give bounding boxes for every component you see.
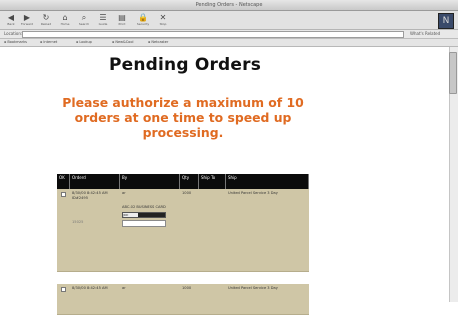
print-label: Print [118, 22, 126, 26]
reload-icon: ↻ [42, 13, 50, 22]
internet-label: Internet [43, 40, 58, 44]
search-button[interactable]: ⌕ Search [77, 13, 91, 27]
bookmarks-label: Bookmarks [7, 40, 27, 44]
column-header-ok: OK [57, 174, 70, 189]
window-titlebar: Pending Orders - Netscape [0, 0, 458, 11]
new-cool-button[interactable]: ▪ New&Cool [112, 40, 133, 45]
internet-icon: ▪ [40, 40, 43, 44]
table-row: 8/30/00 8:42:45 AM ar 1000 United Parcel… [57, 284, 309, 315]
forward-button[interactable]: ▶ Forward [20, 13, 34, 27]
stop-label: Stop [159, 22, 167, 26]
by-cell: ar ABC-02 BUSINESS CARD JRD [120, 189, 180, 271]
home-icon: ⌂ [62, 13, 68, 22]
bookmarks-button[interactable]: ▪ Bookmarks [4, 40, 27, 45]
ship-to-cell [199, 284, 226, 314]
note-input[interactable] [122, 220, 166, 227]
netscape-logo-icon: N [442, 16, 450, 26]
row-spacer [57, 272, 309, 284]
new-cool-icon: ▪ [112, 40, 115, 44]
approve-checkbox[interactable] [61, 192, 66, 197]
search-label: Search [78, 22, 90, 26]
order-date: 8/30/00 8:42:45 AM [72, 286, 108, 290]
authorization-notice: Please authorize a maximum of 10 orders … [62, 95, 304, 140]
ordered-by: ar [122, 286, 126, 290]
browser-logo[interactable]: N [438, 13, 454, 29]
ship-cell: United Parcel Service 3 Day [228, 286, 278, 290]
lookup-label: Lookup [79, 40, 92, 44]
orders-table: OK Orderd By Qty Ship To Ship 8/30/00 8:… [57, 174, 309, 315]
guide-button[interactable]: ☰ Guide [96, 13, 110, 27]
stop-icon: ✕ [159, 13, 167, 22]
table-row: 8/30/00 8:42:45 AM ID#2495 15025 ar ABC-… [57, 189, 309, 272]
column-header-qty: Qty [180, 174, 199, 189]
approver-select[interactable]: JRD [122, 212, 166, 218]
home-button[interactable]: ⌂ Home [58, 13, 72, 27]
location-input[interactable] [22, 31, 404, 38]
qty-cell: 1000 [182, 191, 192, 195]
table-header: OK Orderd By Qty Ship To Ship [57, 174, 309, 189]
ship-cell: United Parcel Service 3 Day [228, 191, 278, 195]
lock-icon: 🔒 [138, 13, 148, 22]
column-header-ordered: Orderd [70, 174, 120, 189]
back-button[interactable]: ◀ Back [4, 13, 18, 27]
location-bar: Location: What's Related [0, 30, 458, 39]
back-label: Back [7, 22, 15, 26]
reload-label: Reload [40, 22, 52, 26]
reload-button[interactable]: ↻ Reload [39, 13, 53, 27]
internet-button[interactable]: ▪ Internet [40, 40, 57, 45]
security-label: Security [136, 22, 150, 26]
ok-cell [57, 284, 70, 314]
forward-label: Forward [20, 22, 34, 26]
order-code: 15025 [72, 220, 84, 224]
column-header-ship: Ship [226, 174, 309, 189]
home-label: Home [60, 22, 70, 26]
netcaster-label: Netcaster [151, 40, 169, 44]
netcaster-button[interactable]: ▪ Netcaster [148, 40, 168, 45]
netcaster-icon: ▪ [148, 40, 151, 44]
qty-cell: 1000 [182, 286, 192, 290]
stop-button[interactable]: ✕ Stop [156, 13, 170, 27]
guide-label: Guide [98, 22, 108, 26]
print-button[interactable]: ▤ Print [115, 13, 129, 27]
column-header-ship-to: Ship To [199, 174, 226, 189]
ok-cell [57, 189, 70, 271]
location-label: Location: [4, 31, 23, 36]
back-icon: ◀ [7, 13, 15, 22]
ship-to-cell [199, 189, 226, 271]
ordered-by: ar [122, 191, 126, 195]
item-description: ABC-02 BUSINESS CARD [122, 204, 166, 209]
window-title: Pending Orders - Netscape [195, 2, 263, 8]
column-header-by: By [120, 174, 180, 189]
ordered-cell: 8/30/00 8:42:45 AM ID#2495 15025 [70, 189, 120, 271]
lookup-icon: ▪ [76, 40, 79, 44]
by-cell: ar [120, 284, 180, 314]
approver-select-value: JRD [123, 213, 138, 217]
order-id: ID#2495 [72, 195, 88, 200]
scrollbar-thumb[interactable] [449, 52, 457, 94]
bookmark-icon: ▪ [4, 40, 7, 44]
approve-checkbox[interactable] [61, 287, 66, 292]
personal-toolbar: ▪ Bookmarks ▪ Internet ▪ Lookup ▪ New&Co… [0, 39, 458, 47]
guide-icon: ☰ [99, 13, 107, 22]
search-icon: ⌕ [81, 13, 87, 22]
new-cool-label: New&Cool [115, 40, 134, 44]
print-icon: ▤ [118, 13, 126, 22]
lookup-button[interactable]: ▪ Lookup [76, 40, 92, 45]
ordered-cell: 8/30/00 8:42:45 AM [70, 284, 120, 314]
page-title: Pending Orders [108, 55, 262, 75]
whats-related-button[interactable]: What's Related [410, 31, 440, 37]
navigation-toolbar: ◀ Back ▶ Forward ↻ Reload ⌂ Home ⌕ Searc… [0, 11, 458, 30]
forward-icon: ▶ [23, 13, 31, 22]
security-button[interactable]: 🔒 Security [136, 13, 150, 27]
